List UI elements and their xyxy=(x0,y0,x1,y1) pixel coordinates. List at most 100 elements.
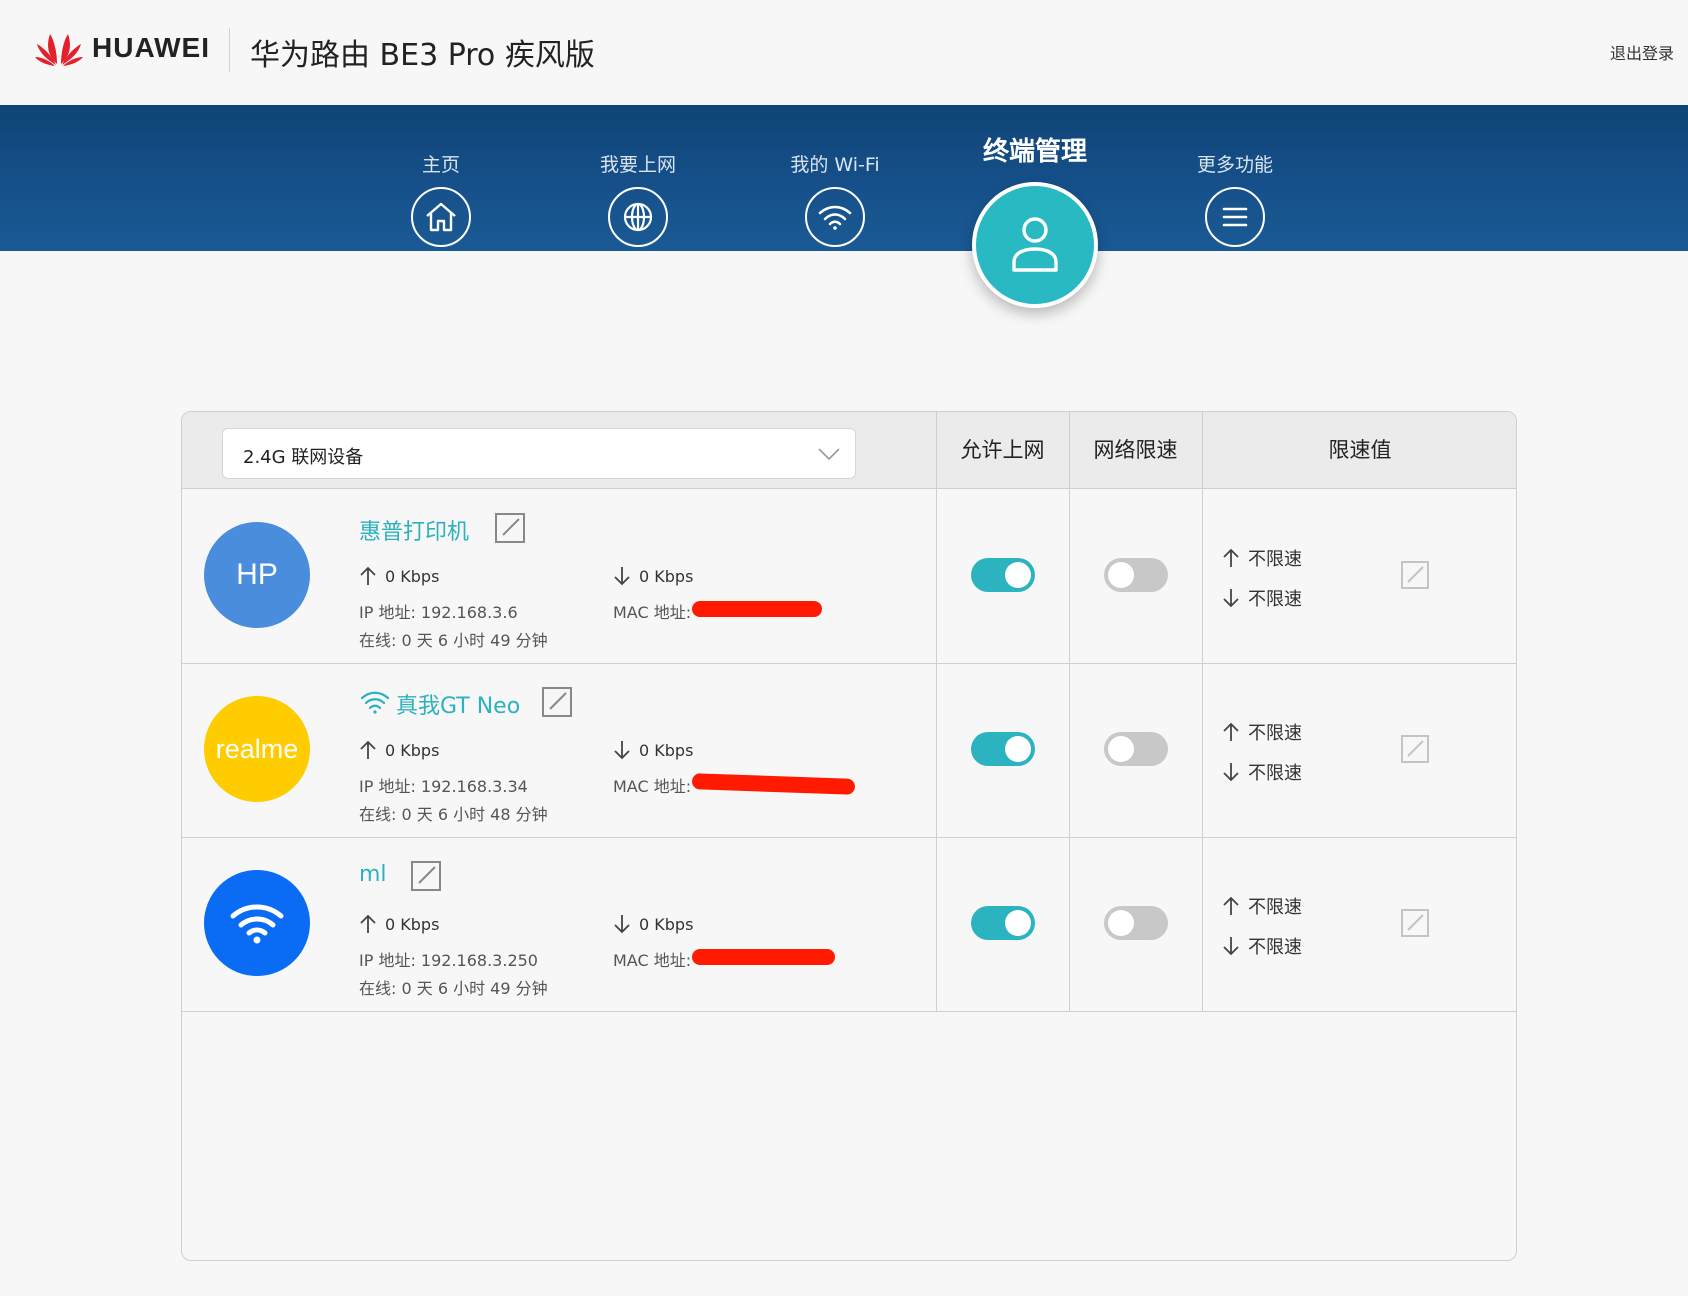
upload-limit-value: 不限速 xyxy=(1248,897,1302,918)
ip-address: IP 地址: 192.168.3.34 xyxy=(359,777,528,796)
speed-limit-toggle[interactable] xyxy=(1104,732,1168,766)
arrow-up-icon xyxy=(1223,722,1239,741)
arrow-down-icon xyxy=(1223,589,1239,608)
band-select-value: 2.4G 联网设备 xyxy=(243,447,364,468)
download-limit-value: 不限速 xyxy=(1248,937,1302,958)
wifi-6-icon xyxy=(360,691,390,714)
upload-rate: 0 Kbps xyxy=(359,740,439,760)
edit-limit-icon[interactable] xyxy=(1400,734,1430,764)
nav-internet[interactable]: 我要上网 xyxy=(563,105,713,247)
nav-devices[interactable]: 终端管理 xyxy=(935,105,1135,308)
nav-internet-circle xyxy=(608,187,668,247)
upload-rate: 0 Kbps xyxy=(359,566,439,586)
upload-limit: 不限速 xyxy=(1222,893,1302,919)
nav-wifi-circle xyxy=(805,187,865,247)
nav-more-label: 更多功能 xyxy=(1196,154,1273,176)
toggle-knob xyxy=(1108,562,1134,588)
table-row: HP 惠普打印机 0 Kbps 0 Kbps IP 地址: 192.168.3.… xyxy=(182,490,1516,664)
nav-home-label: 主页 xyxy=(421,154,460,176)
speed-limit-toggle[interactable] xyxy=(1104,558,1168,592)
mac-address-label: MAC 地址: xyxy=(613,777,692,796)
toggle-knob xyxy=(1005,562,1031,588)
download-rate: 0 Kbps xyxy=(613,914,693,934)
header-allow-internet: 允许上网 xyxy=(960,438,1045,462)
avatar-text: realme xyxy=(215,733,299,764)
menu-icon xyxy=(1222,207,1248,227)
toggle-knob xyxy=(1108,910,1134,936)
device-name[interactable]: 惠普打印机 xyxy=(359,514,469,546)
edit-name-icon[interactable] xyxy=(541,686,573,718)
arrow-down-icon xyxy=(614,915,630,934)
nav-wifi[interactable]: 我的 Wi-Fi xyxy=(760,105,910,247)
upload-value: 0 Kbps xyxy=(385,914,440,934)
download-value: 0 Kbps xyxy=(639,914,694,934)
device-avatar: HP xyxy=(204,522,310,628)
globe-icon xyxy=(623,202,653,232)
arrow-down-icon xyxy=(614,567,630,586)
upload-limit-value: 不限速 xyxy=(1248,723,1302,744)
download-limit-value: 不限速 xyxy=(1248,589,1302,610)
logout-link[interactable]: 退出登录 xyxy=(1610,40,1674,64)
arrow-up-icon xyxy=(1223,896,1239,915)
product-title: 华为路由 BE3 Pro 疾风版 xyxy=(250,38,595,73)
arrow-down-icon xyxy=(1223,763,1239,782)
upload-value: 0 Kbps xyxy=(385,740,440,760)
nav-devices-circle xyxy=(972,182,1098,308)
edit-limit-icon[interactable] xyxy=(1400,560,1430,590)
nav-home[interactable]: 主页 xyxy=(366,105,516,247)
ip-address: IP 地址: 192.168.3.250 xyxy=(359,951,538,970)
download-value: 0 Kbps xyxy=(639,566,694,586)
wifi-icon xyxy=(818,205,852,230)
device-name[interactable]: 真我GT Neo xyxy=(396,688,520,720)
band-select[interactable]: 2.4G 联网设备 xyxy=(222,428,856,479)
edit-limit-icon[interactable] xyxy=(1400,908,1430,938)
upload-rate: 0 Kbps xyxy=(359,914,439,934)
arrow-up-icon xyxy=(360,914,376,933)
download-limit-value: 不限速 xyxy=(1248,763,1302,784)
mac-redaction xyxy=(691,773,856,795)
main-nav: 主页 我要上网 我的 Wi-Fi 终端管理 更多功能 xyxy=(0,105,1688,308)
table-row: ml 0 Kbps 0 Kbps IP 地址: 192.168.3.250 MA… xyxy=(182,838,1516,1012)
arrow-up-icon xyxy=(1223,548,1239,567)
upload-value: 0 Kbps xyxy=(385,566,440,586)
wifi-icon xyxy=(230,904,284,944)
upload-limit: 不限速 xyxy=(1222,545,1302,571)
upload-limit: 不限速 xyxy=(1222,719,1302,745)
download-rate: 0 Kbps xyxy=(613,740,693,760)
brand-name: HUAWEI xyxy=(92,32,210,63)
chevron-down-icon xyxy=(818,448,840,461)
allow-internet-toggle[interactable] xyxy=(971,732,1035,766)
home-icon xyxy=(426,202,456,232)
arrow-down-icon xyxy=(614,741,630,760)
nav-internet-label: 我要上网 xyxy=(599,154,676,176)
ip-address: IP 地址: 192.168.3.6 xyxy=(359,603,518,622)
toggle-knob xyxy=(1005,736,1031,762)
mac-address-label: MAC 地址: xyxy=(613,951,692,970)
device-table: 2.4G 联网设备 允许上网 网络限速 限速值 HP 惠普打印机 0 Kbps … xyxy=(181,411,1517,1261)
online-time: 在线: 0 天 6 小时 49 分钟 xyxy=(359,631,548,650)
allow-internet-toggle[interactable] xyxy=(971,906,1035,940)
download-limit: 不限速 xyxy=(1222,933,1302,959)
avatar-text: HP xyxy=(236,558,278,591)
huawei-flower-icon xyxy=(35,34,83,66)
speed-limit-toggle[interactable] xyxy=(1104,906,1168,940)
mac-address-label: MAC 地址: xyxy=(613,603,692,622)
top-header: HUAWEI 华为路由 BE3 Pro 疾风版 退出登录 xyxy=(0,0,1688,105)
device-avatar: realme xyxy=(204,696,310,802)
edit-name-icon[interactable] xyxy=(410,860,442,892)
toggle-knob xyxy=(1005,910,1031,936)
huawei-logo: HUAWEI xyxy=(34,28,210,68)
device-name[interactable]: ml xyxy=(359,862,387,887)
header-limit-value: 限速值 xyxy=(1328,438,1392,462)
nav-more[interactable]: 更多功能 xyxy=(1160,105,1310,247)
table-header: 2.4G 联网设备 允许上网 网络限速 限速值 xyxy=(182,412,1516,489)
nav-wifi-label: 我的 Wi-Fi xyxy=(790,154,880,176)
allow-internet-toggle[interactable] xyxy=(971,558,1035,592)
nav-devices-label: 终端管理 xyxy=(982,137,1087,167)
download-value: 0 Kbps xyxy=(639,740,694,760)
arrow-down-icon xyxy=(1223,937,1239,956)
nav-home-circle xyxy=(411,187,471,247)
device-avatar xyxy=(204,870,310,976)
user-icon xyxy=(1012,217,1058,272)
edit-name-icon[interactable] xyxy=(494,512,526,544)
